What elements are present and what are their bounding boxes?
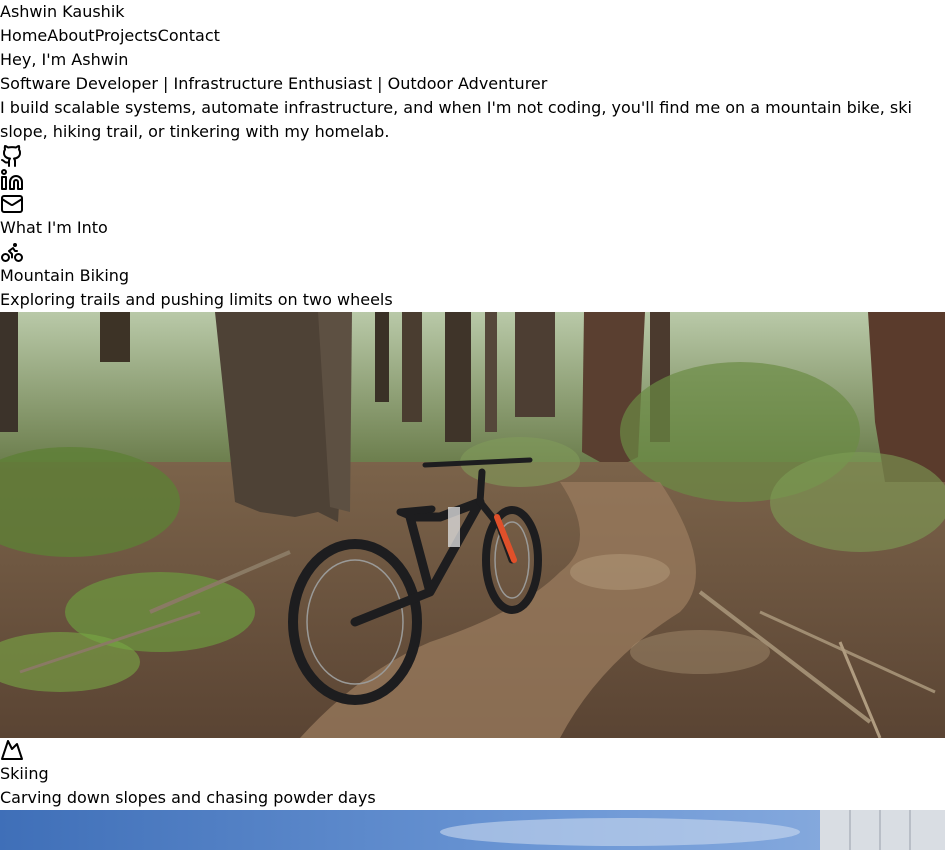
bike-icon	[0, 240, 24, 264]
interest-description: Exploring trails and pushing limits on t…	[0, 290, 393, 309]
hero-greeting: Hey, I'm Ashwin	[0, 50, 129, 69]
github-link[interactable]	[0, 144, 24, 168]
nav-home-link[interactable]: Home	[0, 26, 47, 45]
nav-about-link[interactable]: About	[47, 26, 94, 45]
skiing-photo	[0, 810, 945, 850]
linkedin-link[interactable]	[0, 168, 24, 192]
email-link[interactable]	[0, 192, 24, 216]
mail-icon	[0, 192, 24, 216]
nav-projects-link[interactable]: Projects	[95, 26, 158, 45]
hero-intro: I build scalable systems, automate infra…	[0, 98, 912, 141]
interest-title: Mountain Biking	[0, 266, 130, 285]
github-icon	[0, 144, 24, 168]
mountain-icon	[0, 738, 24, 762]
interest-description: Carving down slopes and chasing powder d…	[0, 788, 376, 807]
linkedin-icon	[0, 168, 24, 192]
interest-card-mountain-biking: Mountain Biking Exploring trails and pus…	[0, 240, 945, 738]
hero-tagline: Software Developer | Infrastructure Enth…	[0, 74, 548, 93]
site-name: Ashwin Kaushik	[0, 2, 125, 21]
mountain-bike-photo	[0, 312, 945, 738]
nav-contact-link[interactable]: Contact	[158, 26, 220, 45]
main-nav: HomeAboutProjectsContact	[0, 24, 945, 48]
interests-heading: What I'm Into	[0, 218, 108, 237]
interest-title: Skiing	[0, 764, 49, 783]
interest-card-skiing: Skiing Carving down slopes and chasing p…	[0, 738, 945, 850]
